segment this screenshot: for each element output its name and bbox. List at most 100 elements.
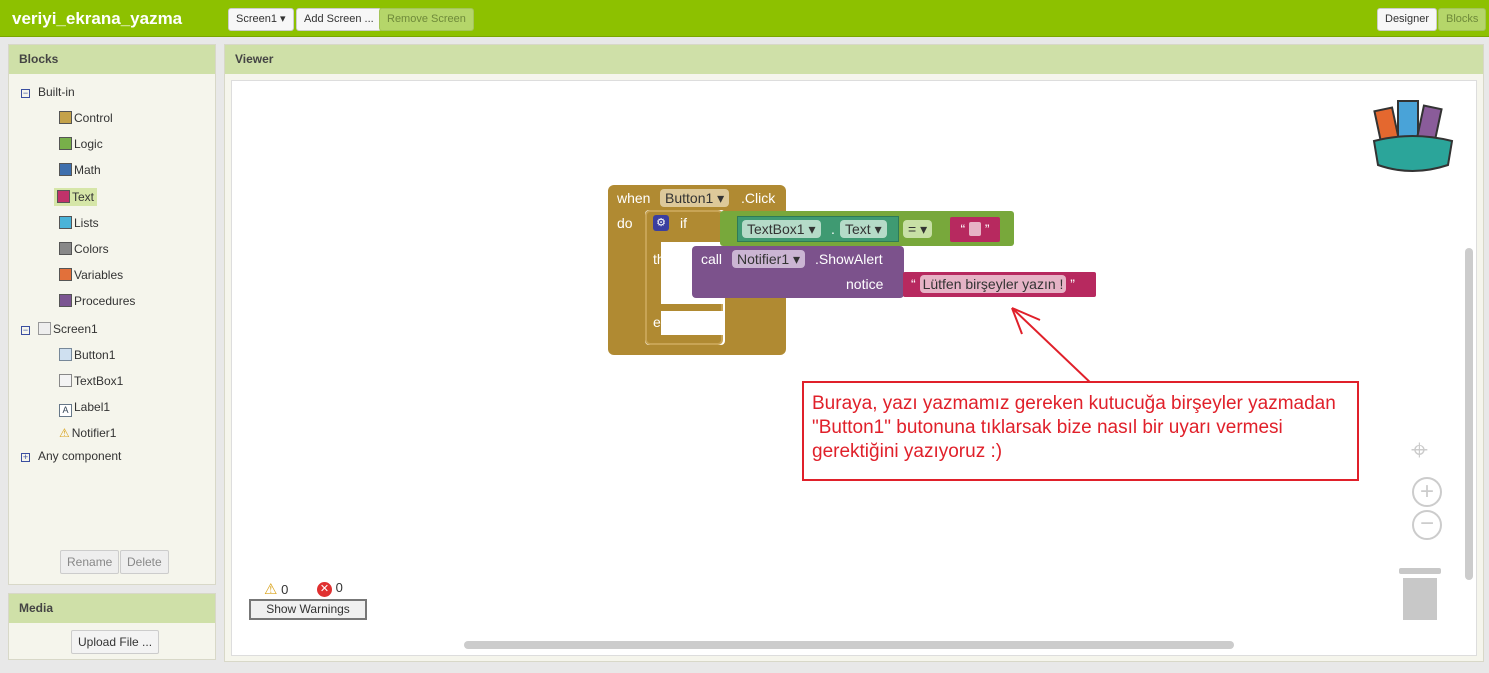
warning-icon: ⚠ (264, 581, 278, 598)
if-label: if (680, 215, 687, 231)
builtin-lists[interactable]: Lists (59, 215, 99, 230)
annotation-arrow (1011, 307, 1095, 387)
builtin-label: Built-in (38, 85, 75, 99)
tree-textbox1[interactable]: TextBox1 (59, 374, 123, 388)
component-dropdown[interactable]: Notifier1 ▾ (732, 250, 806, 268)
blocks-panel: Blocks − Built-in − Screen1 Button1 TextBo… (8, 44, 216, 585)
operator-dropdown[interactable]: = ▾ (903, 220, 933, 238)
upload-file-button[interactable]: Upload File ... (71, 630, 160, 654)
top-bar: veriyi_ekrana_yazma Screen1 ▾ Add Screen… (0, 0, 1489, 37)
variables-color-icon (59, 268, 72, 282)
builtin-math[interactable]: Math (59, 163, 101, 177)
errors-indicator: ✕ 0 (317, 580, 343, 597)
expand-icon[interactable]: + (21, 453, 30, 462)
remove-screen-button[interactable]: Remove Screen (379, 8, 474, 31)
builtin-logic[interactable]: Logic (59, 137, 103, 151)
add-screen-button[interactable]: Add Screen ... (296, 8, 382, 31)
tree-any-component[interactable]: + Any component (21, 449, 121, 463)
any-component-label: Any component (38, 449, 122, 463)
vertical-scrollbar[interactable] (1465, 248, 1473, 580)
zoom-in-icon[interactable]: + (1412, 477, 1442, 507)
rename-button[interactable]: Rename (60, 550, 120, 574)
errors-count: 0 (335, 580, 343, 595)
label-icon: A (59, 404, 72, 417)
tree-screen1[interactable]: − Screen1 (21, 322, 98, 336)
event-label: .Click (741, 190, 776, 206)
procedures-color-icon (59, 294, 72, 308)
empty-text-field[interactable] (969, 222, 981, 236)
screen-select[interactable]: Screen1 ▾ (228, 8, 294, 31)
else-label: else (653, 314, 679, 330)
show-warnings-button[interactable]: Show Warnings (249, 599, 367, 620)
property-name: Text (845, 221, 871, 237)
screen-label: Screen1 (53, 322, 98, 336)
empty-text-block[interactable]: “ ” (950, 217, 1000, 242)
do-label: do (617, 215, 633, 231)
screen-icon (38, 322, 51, 335)
zoom-out-icon[interactable]: − (1412, 510, 1442, 540)
control-color-icon (59, 111, 72, 124)
property-dropdown[interactable]: Text ▾ (840, 220, 887, 238)
math-color-icon (59, 163, 72, 177)
builtin-control[interactable]: Control (59, 111, 113, 125)
builtin-label: Colors (74, 242, 109, 256)
horizontal-scrollbar[interactable] (464, 641, 1234, 649)
tree-builtin[interactable]: − Built-in (21, 85, 75, 99)
builtin-label: Control (74, 111, 113, 125)
blocks-button[interactable]: Blocks (1438, 8, 1487, 31)
app-title: veriyi_ekrana_yazma (12, 9, 183, 28)
builtin-label: Procedures (74, 294, 136, 309)
builtin-label: Variables (74, 268, 124, 283)
builtin-label: Math (74, 163, 101, 178)
collapse-icon[interactable]: − (21, 326, 30, 335)
method-label: .ShowAlert (815, 251, 883, 267)
button-icon (59, 348, 72, 361)
trash-icon[interactable] (1399, 566, 1441, 620)
gear-icon[interactable]: ⚙ (653, 215, 669, 231)
builtin-procedures[interactable]: Procedures (59, 294, 135, 308)
component-name: Button1 (665, 190, 714, 206)
then-label: then (653, 251, 681, 267)
builtin-variables[interactable]: Variables (59, 268, 123, 282)
designer-button[interactable]: Designer (1377, 8, 1438, 31)
component-label: Notifier1 (71, 426, 117, 440)
operator-value: = (908, 221, 917, 237)
component-label: Label1 (74, 400, 111, 414)
delete-button[interactable]: Delete (120, 550, 169, 574)
builtin-label: Logic (74, 137, 103, 152)
component-name: Notifier1 (737, 251, 790, 267)
dot-label: . (831, 221, 835, 237)
backpack-icon[interactable] (1368, 95, 1458, 177)
annotation-note: Buraya, yazı yazmamız gereken kutucuğa b… (802, 381, 1359, 481)
warnings-count: 0 (281, 582, 289, 597)
colors-color-icon (59, 242, 72, 255)
viewer-title: Viewer (225, 45, 1483, 74)
tree-notifier1[interactable]: ⚠ Notifier1 (59, 426, 116, 440)
text-block[interactable]: “ Lütfen birşeyler yazın ! ” (903, 272, 1096, 297)
blocks-workspace[interactable] (231, 80, 1477, 656)
textbox-icon (59, 374, 72, 387)
tree-label1[interactable]: A Label1 (59, 400, 110, 417)
builtin-label: Text (72, 189, 95, 204)
lists-color-icon (59, 215, 72, 229)
blocks-panel-title: Blocks (9, 45, 215, 74)
center-icon[interactable]: ⌖ (1411, 434, 1428, 468)
text-value[interactable]: Lütfen birşeyler yazın ! (919, 275, 1067, 293)
builtin-colors[interactable]: Colors (59, 242, 109, 256)
error-icon: ✕ (317, 582, 332, 597)
component-label: TextBox1 (74, 374, 124, 388)
notice-label: notice (846, 276, 884, 292)
builtin-text[interactable]: Text (54, 187, 98, 206)
warnings-indicator: ⚠ 0 (264, 580, 288, 598)
text-color-icon (57, 189, 70, 203)
call-label: call (701, 251, 723, 267)
component-dropdown[interactable]: Button1 ▾ (660, 189, 730, 207)
builtin-label: Lists (74, 215, 99, 230)
tree-button1[interactable]: Button1 (59, 348, 115, 362)
warning-icon: ⚠ (59, 426, 70, 440)
collapse-icon[interactable]: − (21, 89, 30, 98)
media-panel: Media Upload File ... (8, 593, 216, 660)
component-dropdown[interactable]: TextBox1 ▾ (742, 220, 821, 238)
media-panel-title: Media (9, 594, 215, 623)
component-name: TextBox1 (747, 221, 805, 237)
